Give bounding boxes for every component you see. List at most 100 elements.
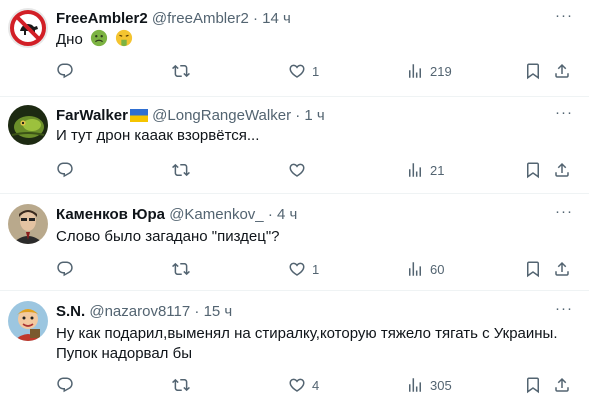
bookmark-icon <box>524 161 542 179</box>
like-count: 1 <box>312 63 320 79</box>
no-entry-sign-avatar-icon <box>8 8 48 48</box>
timestamp[interactable]: 14 ч <box>262 10 291 27</box>
user-handle[interactable]: @LongRangeWalker <box>152 107 291 124</box>
share-button[interactable] <box>553 160 571 180</box>
like-button[interactable] <box>288 160 312 180</box>
bookmark-button[interactable] <box>524 61 542 81</box>
separator: · <box>253 10 258 27</box>
tweet-text: И тут дрон кааак взорвётся... <box>56 127 260 144</box>
heart-icon <box>288 62 306 80</box>
tweet-text: Ну как подарил,выменял на стиралку,котор… <box>56 324 571 364</box>
reply-button[interactable] <box>56 160 80 180</box>
tweet[interactable]: Каменков Юра @Kamenkov_ · 4 ч ··· Слово … <box>0 194 589 291</box>
separator: · <box>295 107 301 124</box>
separator: · <box>194 303 200 320</box>
more-options-icon[interactable]: ··· <box>553 204 575 225</box>
user-name[interactable]: FarWalker <box>56 107 128 124</box>
bookmark-icon <box>524 260 542 278</box>
like-button[interactable]: 4 <box>288 375 319 395</box>
retweet-button[interactable] <box>172 61 196 81</box>
retweet-icon <box>172 376 190 394</box>
vomiting-face-icon <box>116 29 133 47</box>
bookmark-icon <box>524 62 542 80</box>
heart-icon <box>288 161 306 179</box>
views-count: 305 <box>430 377 452 393</box>
share-button[interactable] <box>553 375 571 395</box>
reply-button[interactable] <box>56 61 80 81</box>
timestamp[interactable]: 15 ч <box>204 303 233 320</box>
more-options-icon[interactable]: ··· <box>553 301 575 322</box>
tweet-actions: 1 219 <box>56 61 575 81</box>
user-handle[interactable]: @nazarov8117 <box>89 303 190 320</box>
more-options-icon[interactable]: ··· <box>553 8 575 29</box>
views-icon <box>406 376 424 394</box>
avatar[interactable] <box>8 204 48 244</box>
user-name[interactable]: Каменков Юра <box>56 206 165 223</box>
tweet-actions: 1 60 <box>56 259 575 279</box>
avatar[interactable] <box>8 105 48 145</box>
like-count: 1 <box>312 261 320 277</box>
user-name[interactable]: FreeAmbler2 <box>56 10 148 27</box>
reply-button[interactable] <box>56 259 80 279</box>
views-button[interactable]: 21 <box>406 160 444 180</box>
tweet-actions: 21 <box>56 160 575 180</box>
bookmark-button[interactable] <box>524 160 542 180</box>
retweet-icon <box>172 62 190 80</box>
views-count: 60 <box>430 261 445 277</box>
bookmark-icon <box>524 376 542 394</box>
tweet-actions: 4 305 <box>56 375 575 395</box>
tweet-header: Каменков Юра @Kamenkov_ · 4 ч <box>56 205 549 225</box>
share-icon <box>553 161 571 179</box>
cartoon-character-avatar-icon <box>8 301 48 341</box>
retweet-icon <box>172 161 190 179</box>
reply-icon <box>56 62 74 80</box>
bookmark-button[interactable] <box>524 259 542 279</box>
tweet-text-content: Дно <box>56 31 83 48</box>
snake-avatar-icon <box>8 105 48 145</box>
share-icon <box>553 376 571 394</box>
user-name[interactable]: S.N. <box>56 303 85 320</box>
user-handle[interactable]: @Kamenkov_ <box>169 206 263 223</box>
views-count: 21 <box>430 162 445 178</box>
views-icon <box>406 161 424 179</box>
retweet-button[interactable] <box>172 375 196 395</box>
views-count: 219 <box>430 63 452 79</box>
share-button[interactable] <box>553 61 571 81</box>
views-button[interactable]: 219 <box>406 61 452 81</box>
tweet-header: FreeAmbler2 @freeAmbler2 · 14 ч <box>56 9 549 29</box>
share-icon <box>553 260 571 278</box>
views-icon <box>406 62 424 80</box>
tweet-header: S.N. @nazarov8117 · 15 ч <box>56 302 549 322</box>
reply-icon <box>56 260 74 278</box>
share-button[interactable] <box>553 259 571 279</box>
heart-icon <box>288 376 306 394</box>
tweet[interactable]: S.N. @nazarov8117 · 15 ч ··· Ну как пода… <box>0 291 589 408</box>
bookmark-button[interactable] <box>524 375 542 395</box>
like-button[interactable]: 1 <box>288 61 319 81</box>
man-portrait-avatar-icon <box>8 204 48 244</box>
tweet[interactable]: FreeAmbler2 @freeAmbler2 · 14 ч ··· Дно … <box>0 0 589 97</box>
views-button[interactable]: 305 <box>406 375 452 395</box>
tweet-text-line: Ну как подарил,выменял на стиралку,котор… <box>56 325 558 342</box>
reply-icon <box>56 161 74 179</box>
timestamp[interactable]: 4 ч <box>277 206 297 223</box>
ukraine-flag-icon <box>129 109 148 122</box>
views-button[interactable]: 60 <box>406 259 444 279</box>
views-icon <box>406 260 424 278</box>
tweet[interactable]: FarWalker @LongRangeWalker · 1 ч ··· И т… <box>0 97 589 194</box>
retweet-button[interactable] <box>172 259 196 279</box>
tweet-text: Дно <box>56 29 571 50</box>
more-options-icon[interactable]: ··· <box>553 105 575 126</box>
retweet-icon <box>172 260 190 278</box>
user-handle[interactable]: @freeAmbler2 <box>152 10 249 27</box>
avatar[interactable] <box>8 301 48 341</box>
reply-icon <box>56 376 74 394</box>
reply-button[interactable] <box>56 375 80 395</box>
separator: · <box>267 206 273 223</box>
like-button[interactable]: 1 <box>288 259 319 279</box>
avatar[interactable] <box>8 8 48 48</box>
share-icon <box>553 62 571 80</box>
tweet-text: Слово было загадано "пиздец"? <box>56 228 280 245</box>
timestamp[interactable]: 1 ч <box>304 107 324 124</box>
retweet-button[interactable] <box>172 160 196 180</box>
